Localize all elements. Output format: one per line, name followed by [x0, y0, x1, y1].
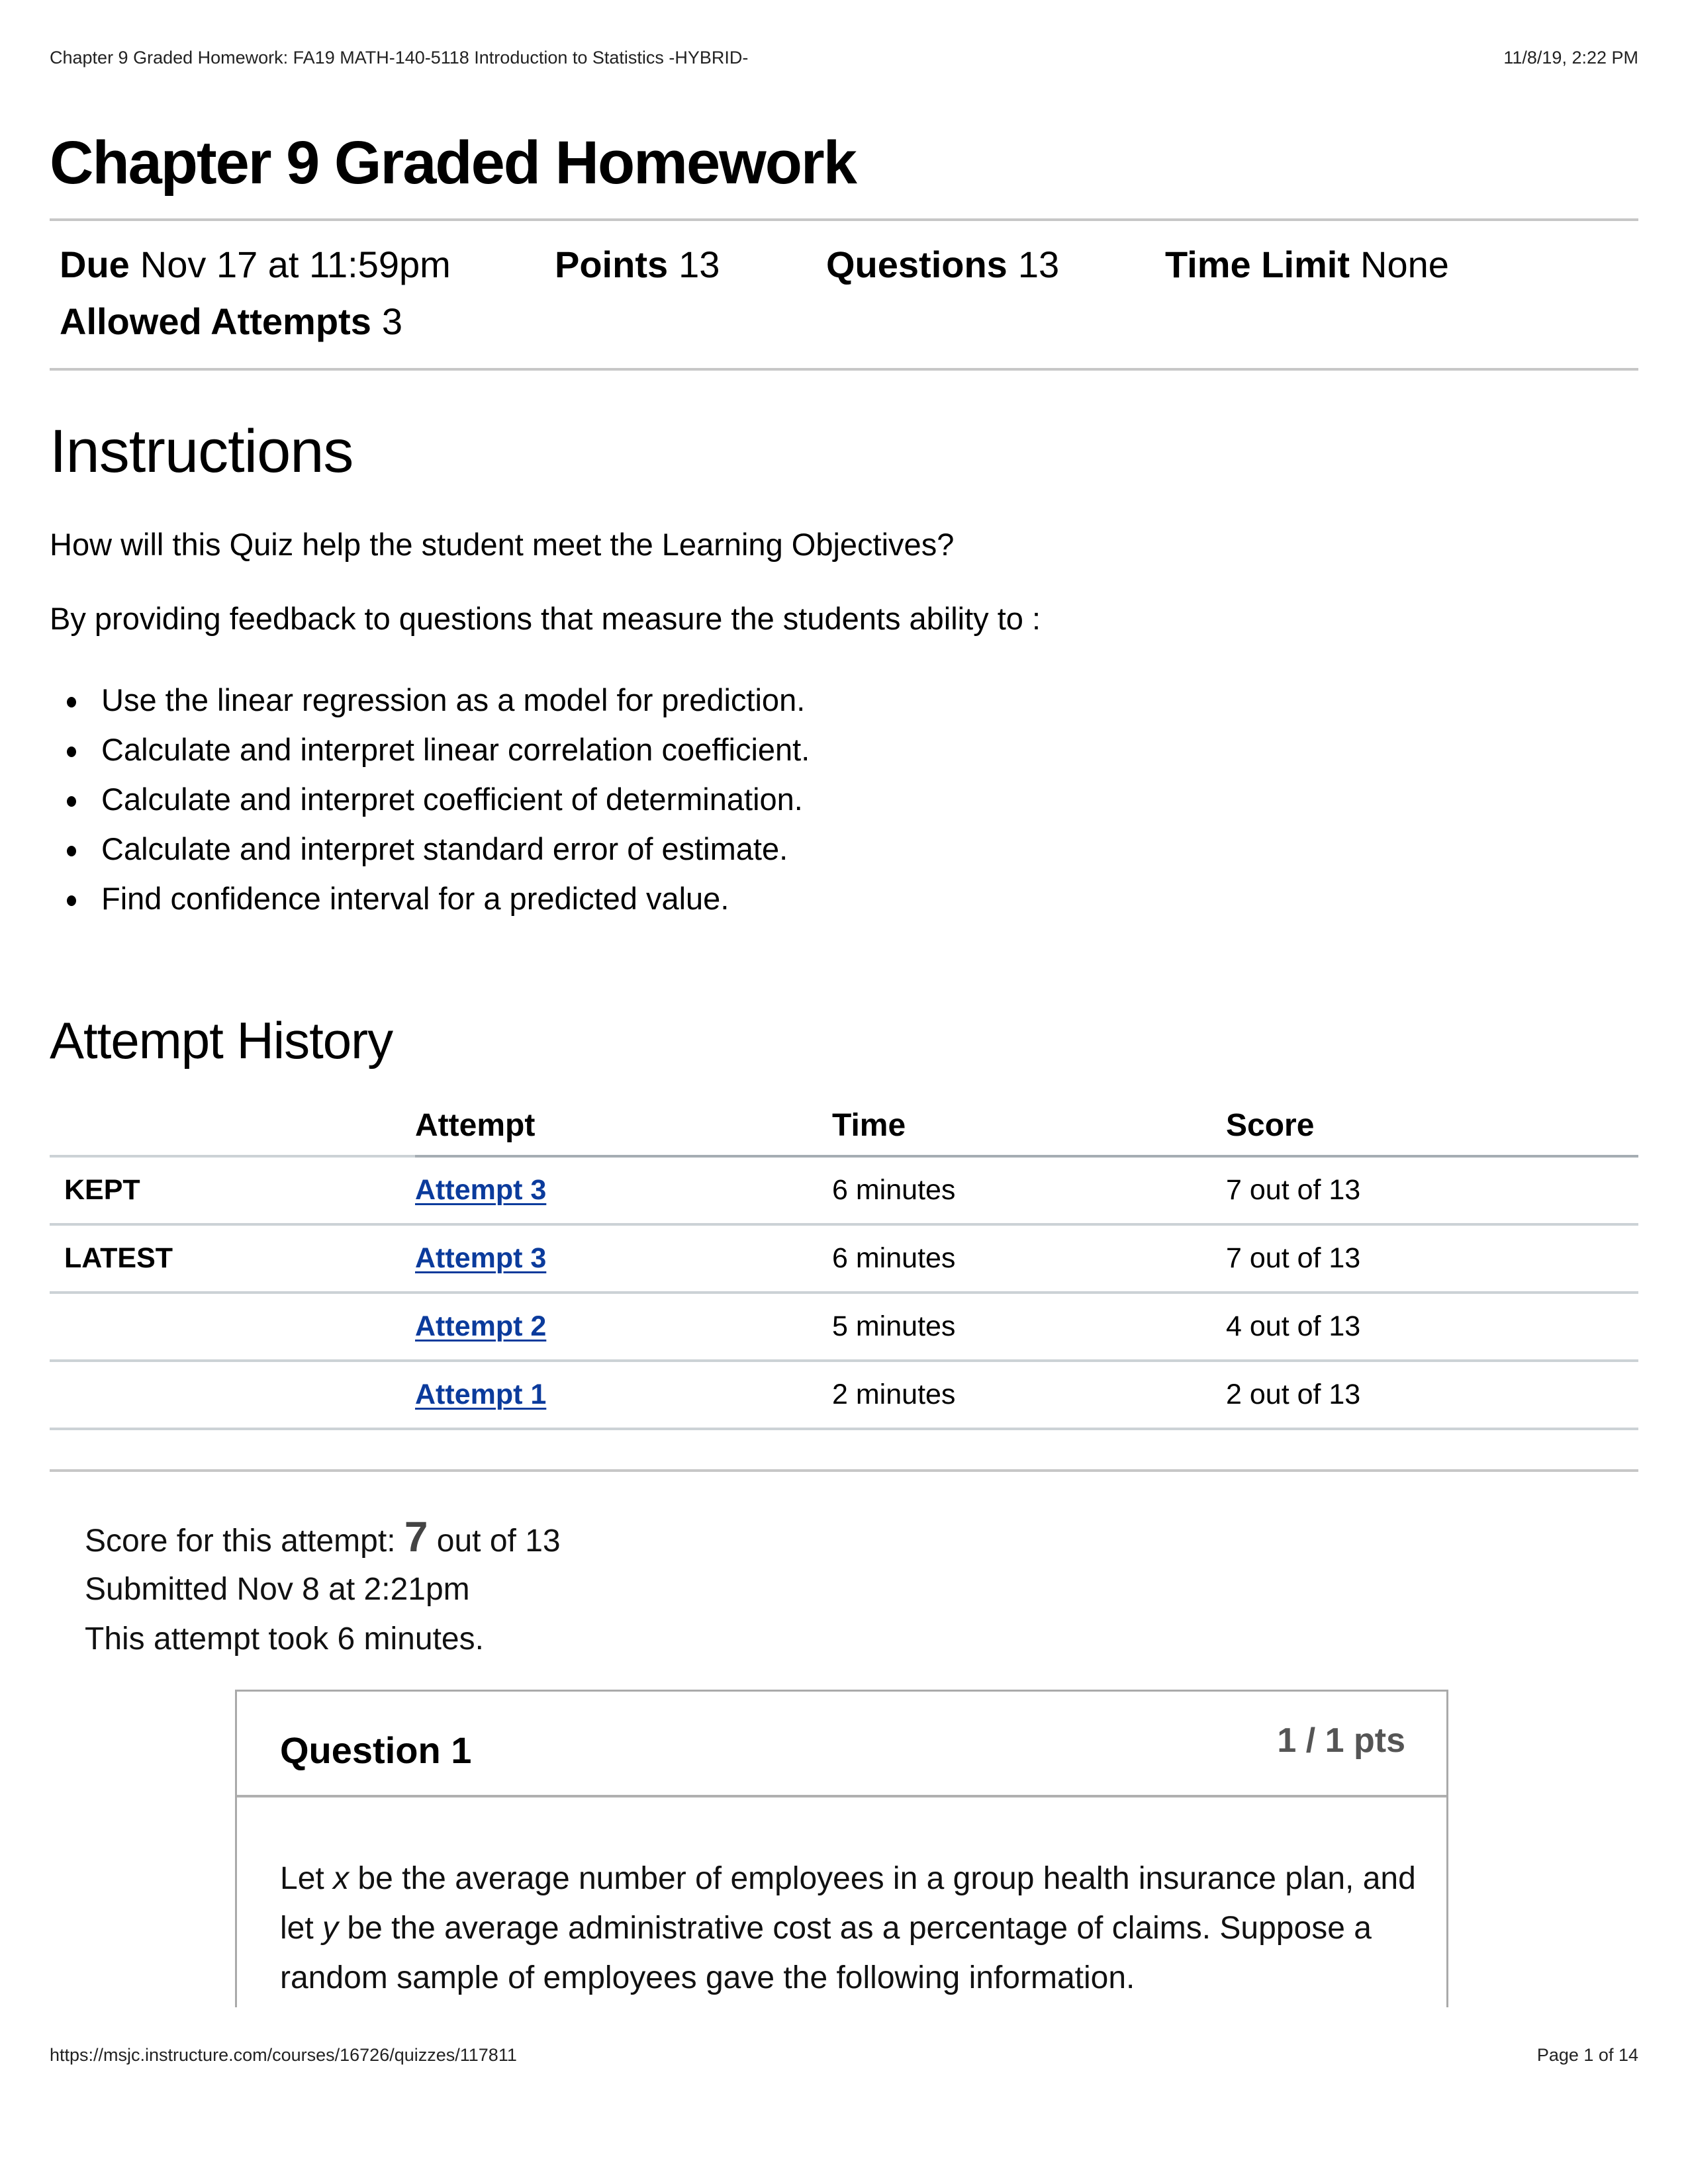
score-value: 7 — [404, 1513, 428, 1561]
objectives-list: Use the linear regression as a model for… — [50, 675, 810, 923]
column-header-score: Score — [1226, 1095, 1638, 1158]
column-header-attempt: Attempt — [415, 1095, 832, 1158]
footer-url: https://msjc.instructure.com/courses/167… — [50, 2045, 517, 2065]
meta-points-value: 13 — [679, 244, 720, 285]
attempt-time: 5 minutes — [832, 1293, 1226, 1362]
meta-questions-value: 13 — [1017, 244, 1060, 285]
attempt-link[interactable]: Attempt 3 — [415, 1242, 546, 1274]
meta-time-limit: Time Limit None — [1165, 246, 1449, 283]
column-header-time: Time — [832, 1095, 1226, 1158]
meta-questions: Questions 13 — [826, 246, 1059, 283]
row-status-label: KEPT — [50, 1156, 415, 1226]
divider — [50, 368, 1638, 371]
print-header-title: Chapter 9 Graded Homework: FA19 MATH-140… — [50, 48, 749, 68]
meta-points: Points 13 — [555, 246, 720, 283]
print-header-datetime: 11/8/19, 2:22 PM — [1503, 48, 1638, 68]
question-text-part: be the average administrative cost as a … — [280, 1911, 1372, 1995]
objective-item: Calculate and interpret coefficient of d… — [66, 774, 810, 824]
divider — [50, 1469, 1638, 1472]
attempt-time: 6 minutes — [832, 1224, 1226, 1294]
meta-points-label: Points — [555, 244, 669, 285]
meta-due-label: Due — [60, 244, 130, 285]
submitted-time: Submitted Nov 8 at 2:21pm — [85, 1572, 470, 1607]
attempt-duration: This attempt took 6 minutes. — [85, 1621, 484, 1657]
meta-time-limit-label: Time Limit — [1165, 244, 1350, 285]
meta-due: Due Nov 17 at 11:59pm — [60, 246, 451, 283]
attempt-history-heading: Attempt History — [50, 1011, 393, 1069]
score-suffix: out of 13 — [428, 1524, 561, 1559]
divider — [50, 218, 1638, 221]
attempt-link[interactable]: Attempt 1 — [415, 1379, 546, 1410]
meta-allowed-attempts-value: 3 — [381, 300, 402, 342]
meta-time-limit-value: None — [1360, 244, 1449, 285]
question-header: Question 1 1 / 1 pts — [237, 1692, 1446, 1797]
variable-y: y — [322, 1911, 339, 1946]
attempt-score: 2 out of 13 — [1226, 1361, 1638, 1430]
question-title: Question 1 — [280, 1729, 472, 1771]
column-header-label — [50, 1095, 415, 1158]
table-row: Attempt 1 2 minutes 2 out of 13 — [50, 1361, 1638, 1430]
question-points: 1 / 1 pts — [1277, 1721, 1405, 1760]
score-prefix: Score for this attempt: — [85, 1524, 404, 1559]
question-card: Question 1 1 / 1 pts Let x be the averag… — [235, 1690, 1448, 2007]
table-row: LATEST Attempt 3 6 minutes 7 out of 13 — [50, 1224, 1638, 1294]
objective-item: Use the linear regression as a model for… — [66, 675, 810, 725]
attempt-score: 7 out of 13 — [1226, 1224, 1638, 1294]
attempt-score-summary: Score for this attempt: 7 out of 13 — [85, 1512, 561, 1561]
page-title: Chapter 9 Graded Homework — [50, 129, 857, 197]
instructions-intro: By providing feedback to questions that … — [50, 601, 1041, 636]
attempt-time: 2 minutes — [832, 1361, 1226, 1430]
instructions-heading: Instructions — [50, 418, 353, 485]
row-status-label — [50, 1361, 415, 1430]
attempt-score: 7 out of 13 — [1226, 1156, 1638, 1226]
footer-page-number: Page 1 of 14 — [1536, 2045, 1638, 2065]
instructions-question: How will this Quiz help the student meet… — [50, 527, 955, 562]
row-status-label: LATEST — [50, 1224, 415, 1294]
objective-item: Calculate and interpret linear correlati… — [66, 725, 810, 774]
variable-x: x — [333, 1861, 350, 1896]
table-header-row: Attempt Time Score — [50, 1095, 1638, 1158]
row-status-label — [50, 1293, 415, 1362]
meta-due-value: Nov 17 at 11:59pm — [140, 244, 451, 285]
attempt-score: 4 out of 13 — [1226, 1293, 1638, 1362]
objective-item: Find confidence interval for a predicted… — [66, 874, 810, 923]
attempt-link[interactable]: Attempt 3 — [415, 1174, 546, 1206]
meta-allowed-attempts: Allowed Attempts 3 — [60, 303, 402, 340]
question-text: Let x be the average number of employees… — [280, 1854, 1420, 2003]
table-row: Attempt 2 5 minutes 4 out of 13 — [50, 1293, 1638, 1362]
meta-allowed-attempts-label: Allowed Attempts — [60, 300, 371, 342]
attempt-link[interactable]: Attempt 2 — [415, 1310, 546, 1342]
attempt-history-table: Attempt Time Score KEPT Attempt 3 6 minu… — [50, 1095, 1638, 1430]
meta-questions-label: Questions — [826, 244, 1008, 285]
attempt-time: 6 minutes — [832, 1156, 1226, 1226]
question-text-part: Let — [280, 1861, 334, 1896]
objective-item: Calculate and interpret standard error o… — [66, 824, 810, 874]
table-row: KEPT Attempt 3 6 minutes 7 out of 13 — [50, 1156, 1638, 1226]
